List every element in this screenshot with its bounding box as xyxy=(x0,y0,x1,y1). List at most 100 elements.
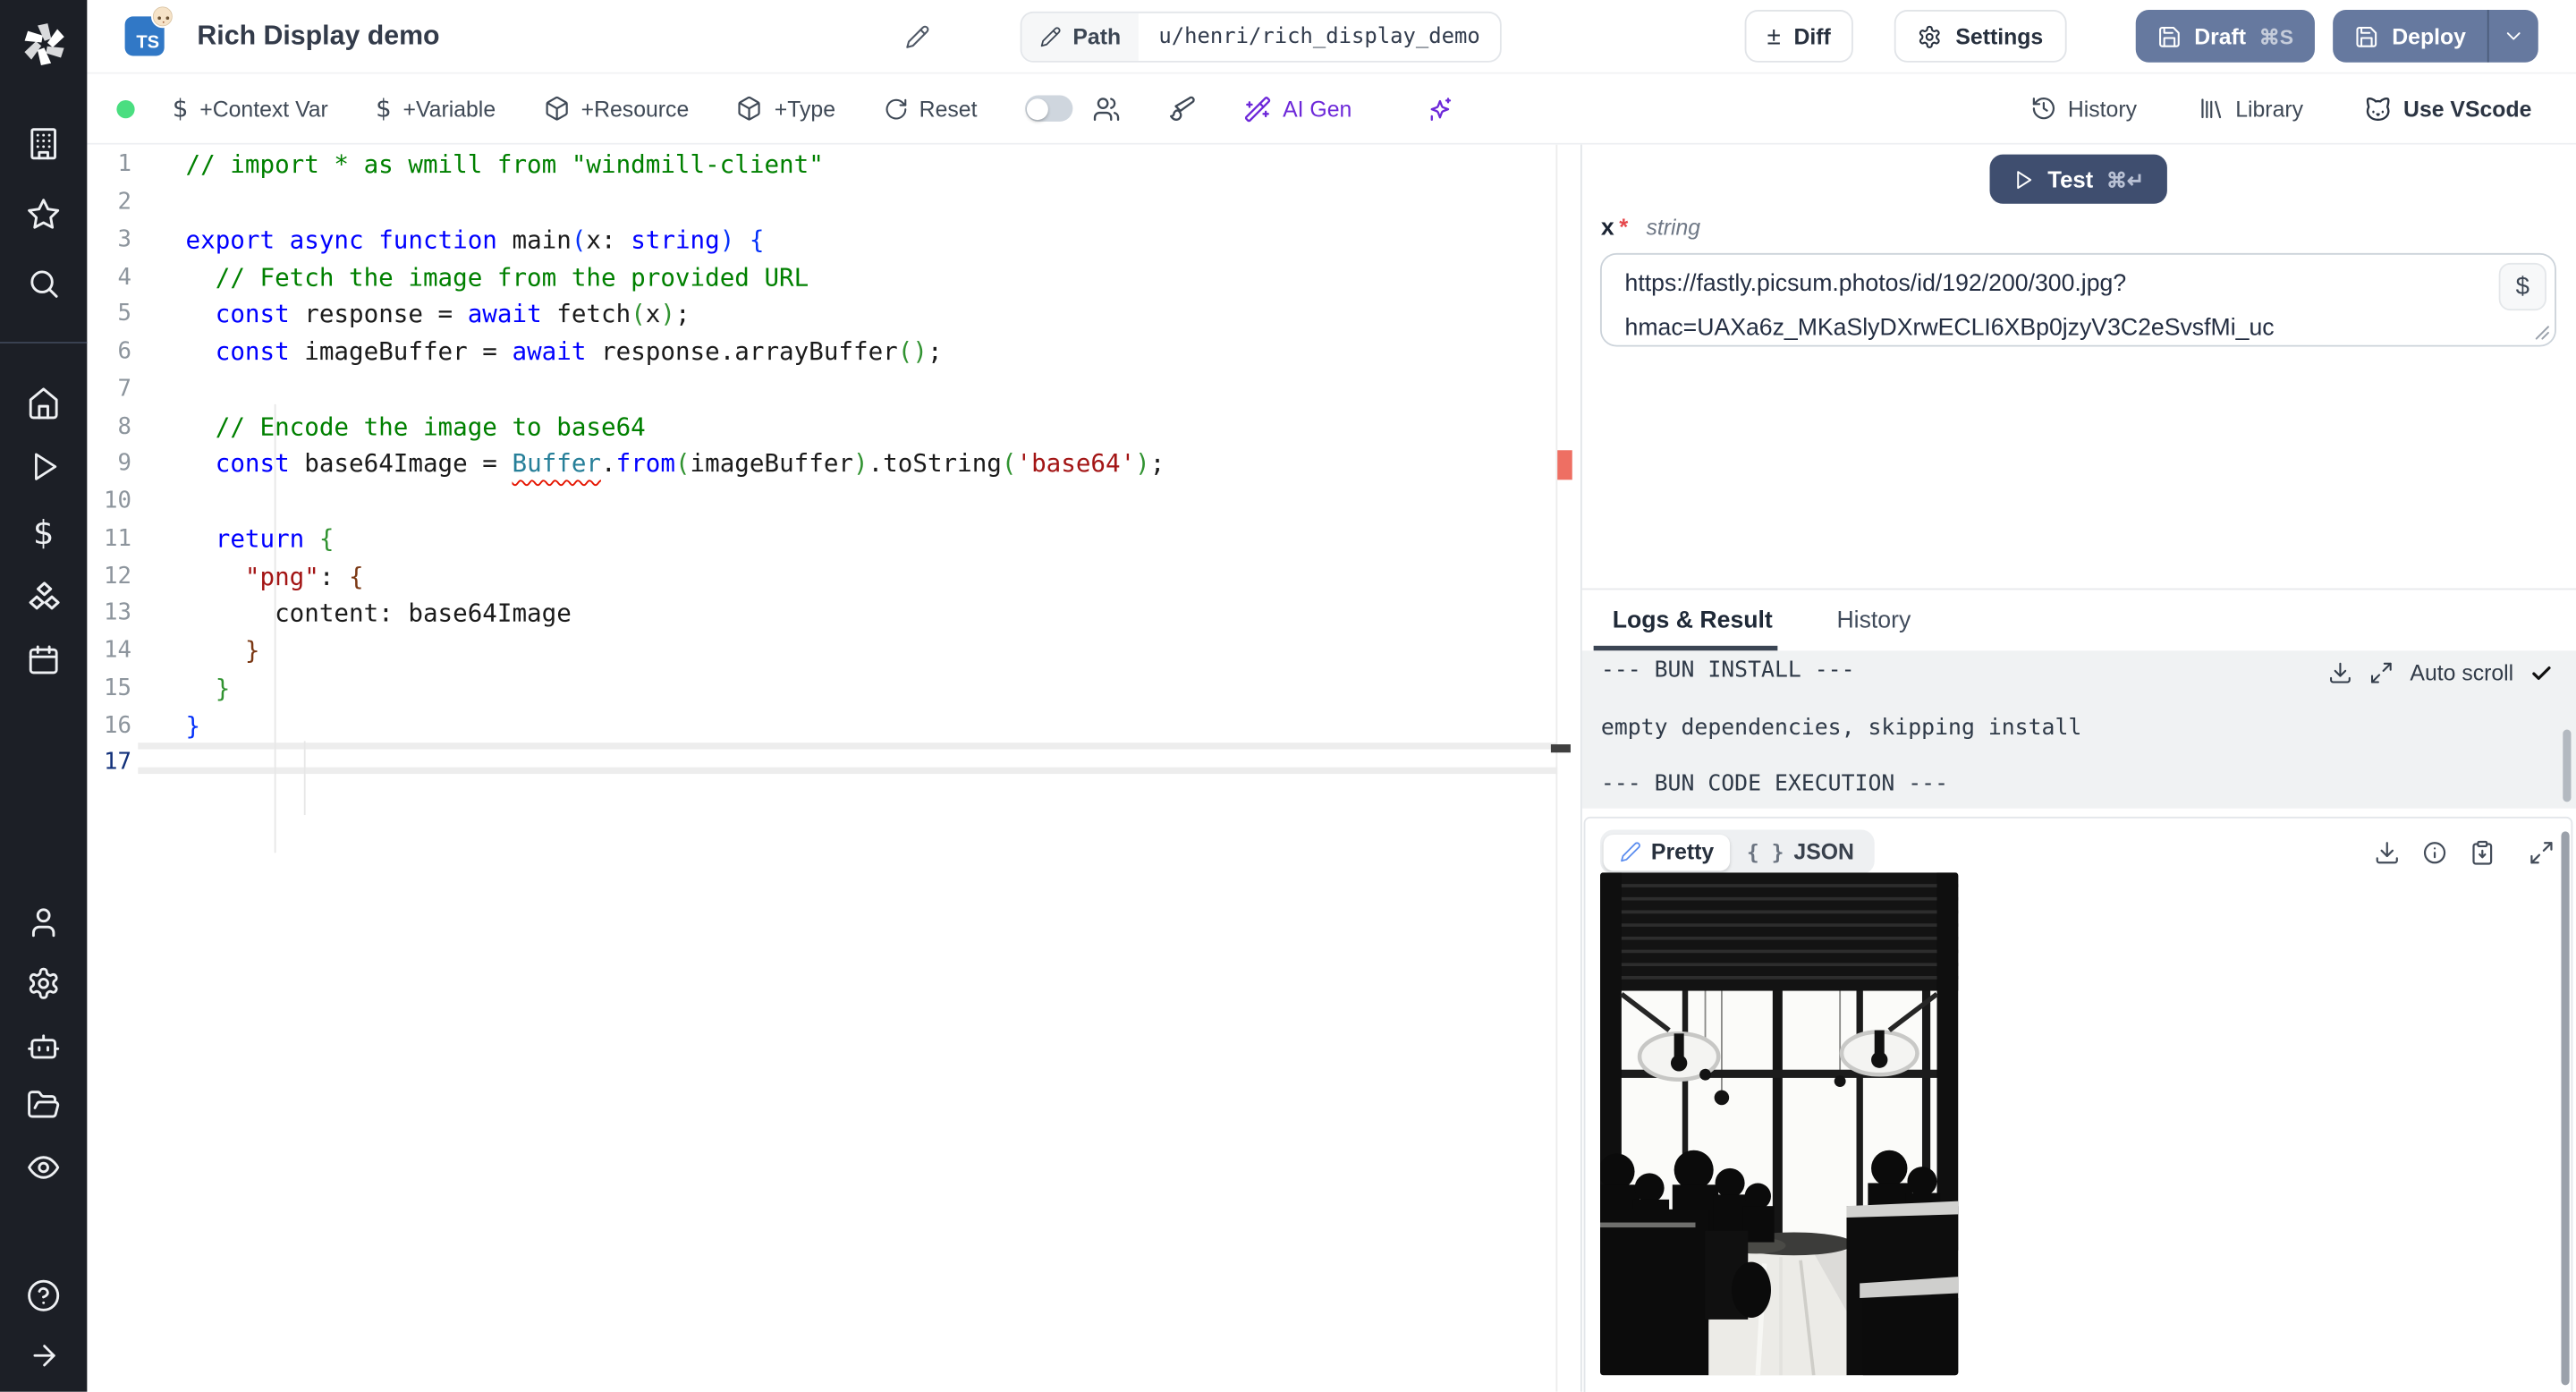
input-text-line: hmac=UAXa6z_MKaSlyDXrwECLI6XBp0jzyV3C2eS… xyxy=(1624,315,2275,343)
sidebar-item-users[interactable] xyxy=(21,901,66,946)
draft-button[interactable]: Draft ⌘S xyxy=(2135,10,2315,63)
expand-icon[interactable] xyxy=(2369,660,2394,685)
download-icon[interactable] xyxy=(2374,839,2400,865)
code-line[interactable]: 16} xyxy=(87,707,1580,744)
scrollbar-fragment[interactable] xyxy=(1549,743,1570,752)
line-number: 14 xyxy=(103,637,131,665)
history-button[interactable]: History xyxy=(2030,96,2137,122)
download-icon[interactable] xyxy=(2328,660,2353,685)
view-pretty-button[interactable]: Pretty xyxy=(1603,834,1731,870)
input-text-line: https://fastly.picsum.photos/id/192/200/… xyxy=(1624,271,2127,298)
diff-button[interactable]: ± Diff xyxy=(1743,10,1854,63)
code-line[interactable]: 17 xyxy=(87,744,1580,782)
line-number: 13 xyxy=(103,600,131,627)
sidebar-item-workspace[interactable] xyxy=(21,122,66,166)
code-line[interactable]: 13 content: base64Image xyxy=(87,595,1580,632)
indent-guide xyxy=(302,741,305,816)
deploy-button-group: Deploy xyxy=(2333,10,2538,63)
log-output[interactable]: --- BUN INSTALL --- empty dependencies, … xyxy=(1580,650,2576,809)
code-line[interactable]: 14 } xyxy=(87,632,1580,670)
code-line[interactable]: 7 xyxy=(87,370,1580,408)
use-vscode-label: Use VScode xyxy=(2403,96,2532,121)
tab-history[interactable]: History xyxy=(1836,590,1911,650)
deploy-button[interactable]: Deploy xyxy=(2333,10,2487,63)
code-line[interactable]: 1 // import * as wmill from "windmill-cli… xyxy=(87,146,1580,183)
tab-logs-result[interactable]: Logs & Result xyxy=(1592,590,1779,651)
log-scrollbar-thumb[interactable] xyxy=(2563,729,2572,802)
result-photo-cafe-silhouettes xyxy=(1599,872,1958,1376)
sidebar-item-help[interactable] xyxy=(21,1273,66,1318)
eye-icon xyxy=(28,1156,60,1179)
edit-summary-button[interactable] xyxy=(904,24,929,49)
multiplayer-toggle[interactable] xyxy=(1024,95,1073,122)
sidebar-item-search[interactable] xyxy=(21,261,66,306)
path-label-segment[interactable]: Path xyxy=(1021,13,1140,61)
code-line[interactable]: 8 // Encode the image to base64 xyxy=(87,408,1580,446)
auto-scroll-label[interactable]: Auto scroll xyxy=(2410,660,2513,685)
result-viewer: Pretty { } JSON xyxy=(1582,816,2573,1392)
test-run-button[interactable]: Test ⌘↵ xyxy=(1989,154,2167,204)
add-variable-button[interactable]: $ +Variable xyxy=(376,94,496,123)
info-icon[interactable] xyxy=(2421,839,2447,865)
indent-guide xyxy=(273,403,275,853)
code-line[interactable]: 6 const imageBuffer = await response.arr… xyxy=(87,333,1580,370)
view-json-button[interactable]: { } JSON xyxy=(1731,834,1871,870)
run-result-panel: Test ⌘↵ x * string https://fastly.picsum… xyxy=(1580,144,2576,1392)
sidebar-item-workers[interactable] xyxy=(21,1023,66,1068)
sidebar-item-runs[interactable] xyxy=(21,444,66,488)
toggle-knob xyxy=(1027,98,1049,120)
add-context-var-button[interactable]: $ +Context Var xyxy=(173,94,328,123)
code-line[interactable]: 12 "png": { xyxy=(87,557,1580,595)
code-line[interactable]: 15 } xyxy=(87,669,1580,707)
sidebar-item-favorites[interactable] xyxy=(21,192,66,237)
sidebar-item-schedules[interactable] xyxy=(21,638,66,683)
code-line[interactable]: 5 const response = await fetch(x); xyxy=(87,296,1580,334)
log-controls: Auto scroll xyxy=(2328,660,2554,685)
result-image[interactable] xyxy=(1599,872,1958,1376)
sidebar-item-home[interactable] xyxy=(21,381,66,426)
settings-button[interactable]: Settings xyxy=(1894,10,2066,63)
reset-button[interactable]: Reset xyxy=(883,96,977,121)
required-marker: * xyxy=(1619,213,1629,241)
path-editor[interactable]: Path u/henri/rich_display_demo xyxy=(1020,11,1502,63)
code-line[interactable]: 11 return { xyxy=(87,520,1580,557)
ai-sparkles-button[interactable] xyxy=(1426,95,1453,123)
sidebar-item-settings[interactable] xyxy=(21,961,66,1006)
code-editor[interactable]: 1 // import * as wmill from "windmill-cli… xyxy=(87,144,1580,1392)
multiplayer-users-button[interactable] xyxy=(1092,95,1120,123)
users-icon xyxy=(1093,97,1119,121)
line-number: 2 xyxy=(117,189,131,216)
deploy-dropdown-button[interactable] xyxy=(2487,10,2538,63)
argument-label-row: x * string xyxy=(1601,214,1700,242)
windmill-logo-icon[interactable] xyxy=(21,21,66,66)
windmill-script-editor: $ TS Rich Display demo Path u/henri/rich… xyxy=(0,0,2576,1392)
sidebar-item-folders[interactable] xyxy=(21,1082,66,1127)
code-line[interactable]: 9 const base64Image = Buffer.from(imageB… xyxy=(87,446,1580,483)
library-button[interactable]: Library xyxy=(2198,96,2303,122)
result-scrollbar-thumb[interactable] xyxy=(2560,831,2569,1386)
line-number: 11 xyxy=(103,525,131,552)
arg-input-textarea[interactable]: https://fastly.picsum.photos/id/192/200/… xyxy=(1599,252,2556,347)
clipboard-icon[interactable] xyxy=(2470,839,2496,865)
add-resource-label: +Resource xyxy=(580,96,690,121)
code-line[interactable]: 10 xyxy=(87,483,1580,521)
format-code-button[interactable] xyxy=(1168,95,1196,123)
insert-variable-button[interactable]: $ xyxy=(2498,262,2546,311)
search-icon xyxy=(30,270,58,298)
sidebar-item-resources[interactable] xyxy=(21,573,66,618)
sidebar-expand-button[interactable] xyxy=(21,1333,66,1378)
ai-gen-button[interactable]: AI Gen xyxy=(1243,95,1352,123)
toolbar-right: History Library Use VScode xyxy=(1970,95,2531,123)
expand-icon[interactable] xyxy=(2529,839,2555,865)
code-line[interactable]: 4 // Fetch the image from the provided U… xyxy=(87,259,1580,296)
code-line[interactable]: 2 xyxy=(87,183,1580,221)
code-line[interactable]: 3 export async function main(x: string) { xyxy=(87,221,1580,259)
add-type-button[interactable]: +Type xyxy=(737,96,835,122)
sidebar-item-variables[interactable]: $ xyxy=(21,509,66,554)
line-number: 9 xyxy=(117,450,131,478)
library-label: Library xyxy=(2235,96,2304,121)
sidebar-item-audit-logs[interactable] xyxy=(21,1145,66,1190)
add-resource-button[interactable]: +Resource xyxy=(543,96,689,122)
reset-label: Reset xyxy=(919,96,978,121)
use-vscode-button[interactable]: Use VScode xyxy=(2364,95,2531,123)
